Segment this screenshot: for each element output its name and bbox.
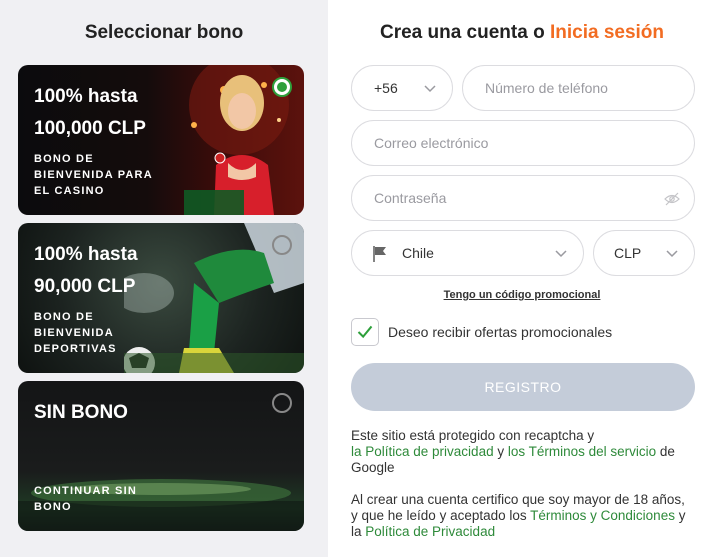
age-text-2: y que he leído y aceptado los [351, 508, 531, 523]
flag-icon [373, 246, 386, 262]
bonus-sports-sub3: DEPORTIVAS [34, 343, 117, 355]
recaptcha-text-3: de [656, 444, 675, 459]
phone-input[interactable]: Número de teléfono [462, 65, 695, 111]
bonus-casino-line1: 100% hasta [34, 86, 138, 107]
bonus-sports-line1: 100% hasta [34, 244, 138, 265]
registration-panel: Crea una cuenta o Inicia sesión +56 Núme… [328, 0, 716, 557]
country-select[interactable]: Chile [351, 230, 584, 276]
bonus-none-line1: SIN BONO [34, 402, 128, 423]
bonus-none-sub2: BONO [34, 501, 72, 513]
bonus-radio-none[interactable] [272, 393, 292, 413]
age-notice: Al crear una cuenta certifico que soy ma… [351, 492, 695, 540]
password-input[interactable]: Contraseña [351, 175, 695, 221]
currency-select[interactable]: CLP [593, 230, 695, 276]
bonus-panel-title: Seleccionar bono [84, 22, 244, 43]
terms-of-service-link[interactable]: los Términos del servicio [508, 444, 656, 459]
bonus-casino-line2: 100,000 CLP [34, 118, 146, 139]
bonus-radio-casino[interactable] [272, 77, 292, 97]
age-text-1: Al crear una cuenta certifico que soy ma… [351, 492, 685, 507]
recaptcha-text-2: y [493, 444, 508, 459]
bonus-radio-sports[interactable] [272, 235, 292, 255]
eye-slash-icon[interactable] [664, 192, 680, 206]
bonus-casino-sub2: BIENVENIDA PARA [34, 169, 153, 181]
bonus-card-none[interactable]: SIN BONO CONTINUAR SIN BONO [18, 381, 304, 531]
age-line-2: y que he leído y aceptado los Términos y… [351, 508, 695, 524]
recaptcha-text-1: Este sitio está protegido con recaptcha … [351, 428, 595, 443]
recaptcha-text-4: Google [351, 460, 395, 475]
age-text-4: la [351, 524, 366, 539]
email-input[interactable]: Correo electrónico [351, 120, 695, 166]
currency-value: CLP [614, 245, 642, 261]
password-placeholder: Contraseña [374, 190, 447, 206]
bonus-none-sub1: CONTINUAR SIN [34, 485, 137, 497]
privacy-policy-link[interactable]: la Política de privacidad [351, 444, 494, 459]
phone-placeholder: Número de teléfono [485, 80, 608, 96]
phone-code-select[interactable]: +56 [351, 65, 453, 111]
recaptcha-line-2: la Política de privacidad y los Términos… [351, 444, 695, 460]
bonus-sports-sub1: BONO DE [34, 311, 94, 323]
registration-title: Crea una cuenta o Inicia sesión [328, 22, 716, 44]
offers-checkbox[interactable] [351, 318, 379, 346]
chevron-down-icon [424, 85, 436, 93]
offers-label: Deseo recibir ofertas promocionales [388, 324, 613, 340]
email-placeholder: Correo electrónico [374, 135, 489, 151]
checkmark-icon [357, 325, 373, 339]
promo-code-link[interactable]: Tengo un código promocional [328, 289, 716, 301]
bonus-card-sports[interactable]: 100% hasta 90,000 CLP BONO DE BIENVENIDA… [18, 223, 304, 373]
register-button[interactable]: REGISTRO [351, 363, 695, 411]
phone-code-value: +56 [374, 80, 398, 96]
login-link[interactable]: Inicia sesión [550, 22, 664, 43]
bonus-casino-sub3: EL CASINO [34, 185, 105, 197]
chevron-down-icon [555, 250, 567, 258]
terms-conditions-link[interactable]: Términos y Condiciones [530, 508, 675, 523]
privacy-policy-link-2[interactable]: Política de Privacidad [365, 524, 495, 539]
chevron-down-icon [666, 250, 678, 258]
age-text-3: y [674, 508, 686, 523]
recaptcha-notice: Este sitio está protegido con recaptcha … [351, 428, 695, 476]
country-value: Chile [402, 245, 434, 261]
bonus-card-casino[interactable]: 100% hasta 100,000 CLP BONO DE BIENVENID… [18, 65, 304, 215]
bonus-sports-line2: 90,000 CLP [34, 276, 136, 297]
age-line-3: la Política de Privacidad [351, 524, 695, 540]
bonus-sports-sub2: BIENVENIDA [34, 327, 114, 339]
bonus-panel: Seleccionar bono 100% hasta 100,000 CLP … [0, 0, 328, 557]
bonus-casino-sub1: BONO DE [34, 153, 94, 165]
registration-title-text: Crea una cuenta o [379, 22, 550, 43]
